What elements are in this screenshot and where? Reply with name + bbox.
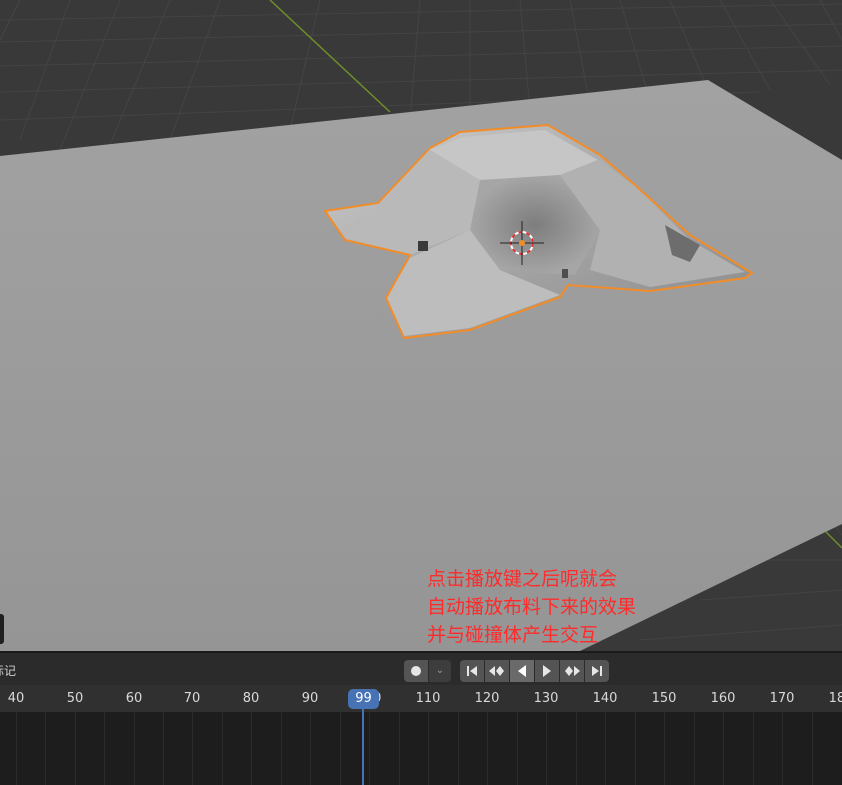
grid-line <box>576 712 577 785</box>
grid-line <box>694 712 695 785</box>
frame-tick-label: 170 <box>769 691 795 706</box>
frame-tick-label: 110 <box>415 691 441 706</box>
grid-line <box>134 712 135 785</box>
play-reverse-icon <box>518 665 526 677</box>
frame-tick-label: 140 <box>592 691 618 706</box>
frame-tick-label: 180 <box>828 691 842 706</box>
grid-line <box>104 712 105 785</box>
frame-tick-label: 40 <box>7 691 25 706</box>
frame-tick-label: 150 <box>651 691 677 706</box>
frame-tick-label: 50 <box>66 691 84 706</box>
grid-line <box>487 712 488 785</box>
frame-tick-label: 160 <box>710 691 736 706</box>
frame-tick-label: 70 <box>183 691 201 706</box>
auto-keying-dropdown[interactable]: ⌄ <box>429 660 451 682</box>
grid-line <box>251 712 252 785</box>
frame-tick-label: 130 <box>533 691 559 706</box>
grid-line <box>664 712 665 785</box>
grid-line <box>399 712 400 785</box>
next-keyframe-icon <box>565 666 580 676</box>
record-dot-icon <box>411 666 421 676</box>
previous-keyframe-button[interactable] <box>485 660 509 682</box>
chevron-down-icon: ⌄ <box>435 665 445 676</box>
grid-line <box>723 712 724 785</box>
grid-line <box>369 712 370 785</box>
sidebar-toggle-tab[interactable] <box>0 614 4 644</box>
timeline-track-area[interactable] <box>0 712 842 785</box>
jump-to-end-icon <box>592 666 602 676</box>
grid-line <box>782 712 783 785</box>
caption-line: 自动播放布料下来的效果 <box>427 596 637 618</box>
grid-line <box>75 712 76 785</box>
current-frame-badge[interactable]: 99 <box>348 689 379 709</box>
grid-line <box>163 712 164 785</box>
auto-keying-button[interactable] <box>404 660 428 682</box>
subtitle-caption: 点击播放键之后呢就会 自动播放布料下来的效果 并与碰撞体产生交互 <box>427 565 636 649</box>
frame-tick-label: 60 <box>125 691 143 706</box>
grid-line <box>310 712 311 785</box>
y-axis-line <box>269 0 391 113</box>
x-axis-line <box>825 531 842 549</box>
grid-line <box>340 712 341 785</box>
caption-line: 点击播放键之后呢就会 <box>427 568 618 590</box>
grid-line <box>281 712 282 785</box>
frame-tick-label: 120 <box>474 691 500 706</box>
play-button[interactable] <box>535 660 559 682</box>
next-keyframe-button[interactable] <box>560 660 584 682</box>
caption-line: 并与碰撞体产生交互 <box>427 624 599 646</box>
jump-to-start-icon <box>467 666 477 676</box>
grid-line <box>192 712 193 785</box>
jump-to-end-button[interactable] <box>585 660 609 682</box>
grid-line <box>517 712 518 785</box>
playback-controls <box>460 660 609 682</box>
grid-line <box>812 712 813 785</box>
grid-line <box>546 712 547 785</box>
grid-line <box>222 712 223 785</box>
jump-to-start-button[interactable] <box>460 660 484 682</box>
play-icon <box>543 665 551 677</box>
grid-line <box>753 712 754 785</box>
grid-line <box>45 712 46 785</box>
previous-keyframe-icon <box>489 666 504 676</box>
frame-ruler[interactable]: 40 50 60 70 80 90 100 110 120 130 140 15… <box>0 685 842 712</box>
playhead[interactable] <box>362 709 364 785</box>
timeline-header: 标记 ⌄ <box>0 651 842 685</box>
frame-tick-label: 80 <box>242 691 260 706</box>
marker-menu[interactable]: 标记 <box>0 662 16 679</box>
frame-tick-label: 90 <box>301 691 319 706</box>
3d-viewport[interactable]: 点击播放键之后呢就会 自动播放布料下来的效果 并与碰撞体产生交互 <box>0 0 842 651</box>
grid-line <box>458 712 459 785</box>
grid-line <box>16 712 17 785</box>
grid-line <box>428 712 429 785</box>
grid-line <box>635 712 636 785</box>
grid-line <box>605 712 606 785</box>
viewport-scene <box>0 0 842 651</box>
play-reverse-button[interactable] <box>510 660 534 682</box>
